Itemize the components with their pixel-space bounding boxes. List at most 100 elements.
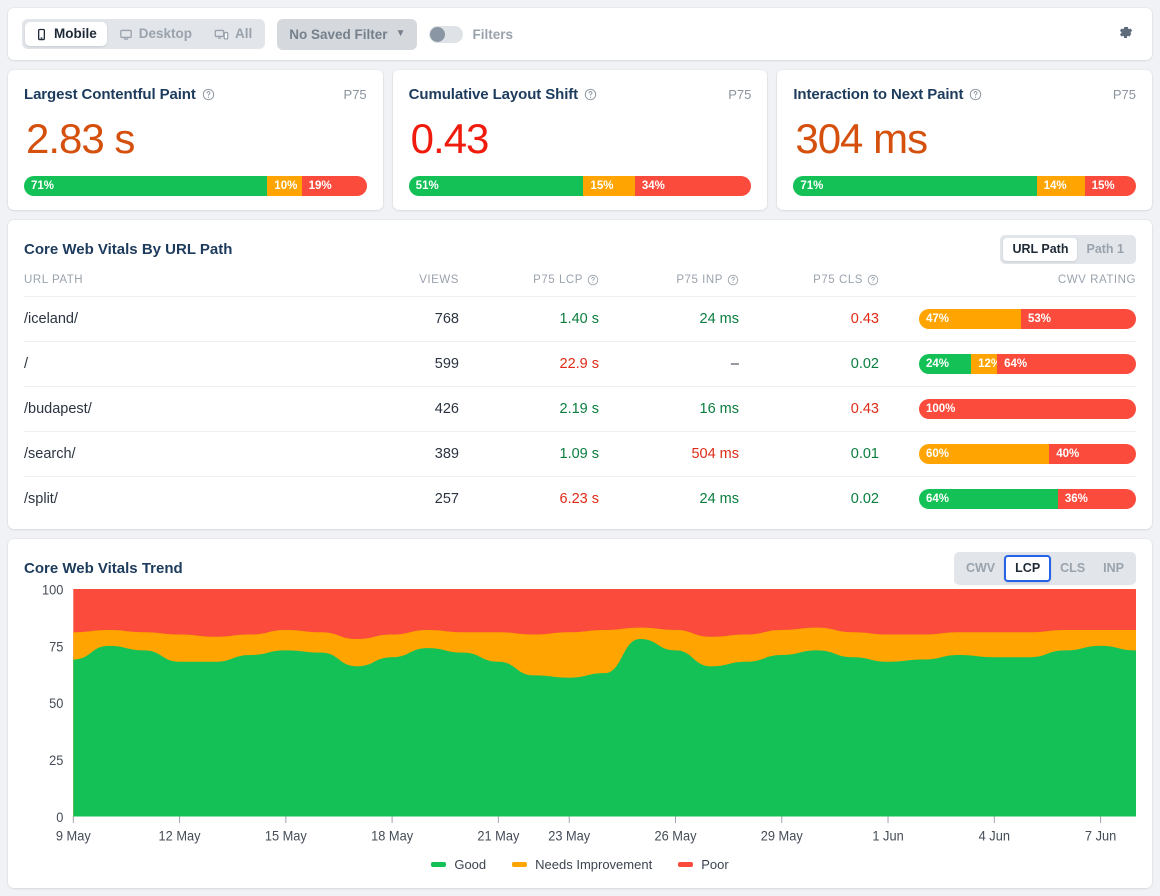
cell-url-path[interactable]: /search/ <box>24 431 329 478</box>
device-button-all[interactable]: All <box>204 22 262 46</box>
help-circle-icon[interactable] <box>727 274 739 286</box>
grouping-tab-path-1[interactable]: Path 1 <box>1077 238 1133 261</box>
legend-swatch-good <box>431 862 447 867</box>
desktop-icon <box>119 28 133 41</box>
rating-segment-poor: 36% <box>1057 489 1136 510</box>
chevron-down-icon: ▼ <box>395 28 406 39</box>
x-axis-tick-label: 18 May <box>371 828 413 844</box>
device-button-desktop[interactable]: Desktop <box>109 22 202 46</box>
metric-card-cls: Cumulative Layout Shift P75 0.43 51% 15%… <box>392 70 768 211</box>
distribution-segment-good: 71% <box>793 176 1037 197</box>
rating-segment-poor: 64% <box>997 354 1136 375</box>
cell-inp: 16 ms <box>599 386 739 433</box>
distribution-segment-poor: 19% <box>301 176 367 197</box>
column-header-inp[interactable]: P75 INP <box>599 274 739 298</box>
device-label-mobile: Mobile <box>54 26 97 42</box>
column-header-views[interactable]: VIEWS <box>329 274 459 298</box>
cell-views: 599 <box>329 341 459 388</box>
y-axis-tick-label: 0 <box>56 809 63 825</box>
distribution-segment-needs-improvement: 15% <box>583 176 635 197</box>
x-axis-tick-label: 21 May <box>477 828 519 844</box>
column-header-cls[interactable]: P75 CLS <box>739 274 879 298</box>
metric-title-cls: Cumulative Layout Shift <box>408 86 579 103</box>
rating-bar: 24% 12% 64% <box>919 354 1136 375</box>
device-button-mobile[interactable]: Mobile <box>25 22 107 46</box>
saved-filter-dropdown[interactable]: No Saved Filter ▼ <box>277 18 418 50</box>
rating-bar: 60% 40% <box>919 444 1136 465</box>
gear-icon <box>1117 24 1134 44</box>
x-axis-tick-label: 23 May <box>548 828 590 844</box>
mobile-icon <box>35 28 48 41</box>
legend-item-poor[interactable]: Poor <box>678 857 729 872</box>
distribution-segment-good: 51% <box>408 176 584 197</box>
settings-button[interactable] <box>1113 20 1138 48</box>
all-devices-icon <box>214 28 229 41</box>
column-header-url-path[interactable]: URL PATH <box>24 274 329 298</box>
table-row[interactable]: /split/ 257 6.23 s 24 ms 0.02 64% 36% <box>24 477 1136 522</box>
table-row[interactable]: / 599 22.9 s – 0.02 24% 12% 64% <box>24 341 1136 388</box>
table-row[interactable]: /iceland/ 768 1.40 s 24 ms 0.43 47% 53% <box>24 296 1136 343</box>
x-axis-tick-label: 12 May <box>159 828 201 844</box>
distribution-segment-poor: 15% <box>1084 176 1136 197</box>
panel-header: Core Web Vitals By URL Path URL Path Pat… <box>24 234 1136 264</box>
column-header-lcp[interactable]: P75 LCP <box>459 274 599 298</box>
grouping-tab-url-path[interactable]: URL Path <box>1003 237 1078 261</box>
cell-cwv-rating: 24% 12% 64% <box>879 341 1136 388</box>
cwv-table: URL PATH VIEWS P75 LCP P75 INP P75 CLS C… <box>24 274 1136 521</box>
rating-bar: 47% 53% <box>919 309 1136 330</box>
table-header-row: URL PATH VIEWS P75 LCP P75 INP P75 CLS C… <box>24 274 1136 298</box>
cell-url-path[interactable]: /budapest/ <box>24 386 329 433</box>
metric-tab-inp[interactable]: INP <box>1094 555 1133 582</box>
distribution-segment-needs-improvement: 10% <box>267 176 302 197</box>
x-axis-tick-label: 9 May <box>56 828 91 844</box>
metric-tab-cls[interactable]: CLS <box>1051 555 1094 582</box>
x-axis-tick-label: 1 Jun <box>872 828 903 844</box>
legend-swatch-poor <box>678 862 694 867</box>
metric-percentile-inp: P75 <box>1112 87 1137 102</box>
cell-lcp: 1.40 s <box>459 296 599 343</box>
column-header-cwv-rating[interactable]: CWV RATING <box>879 274 1136 298</box>
chart-axes: 0 25 50 75 100 9 May 12 May 15 May 18 May 21 May 2… <box>42 582 1116 844</box>
grouping-segmented-control[interactable]: URL Path Path 1 <box>1000 234 1136 264</box>
device-segmented-control[interactable]: Mobile Desktop All <box>22 19 266 49</box>
metric-segmented-control[interactable]: CWV LCP CLS INP <box>953 551 1136 585</box>
rating-segment-good: 64% <box>919 489 1058 510</box>
help-circle-icon[interactable] <box>587 274 599 286</box>
metric-value-cls: 0.43 <box>410 115 490 162</box>
cell-url-path[interactable]: /iceland/ <box>24 296 329 343</box>
saved-filter-label: No Saved Filter <box>289 26 388 42</box>
x-axis-tick-label: 7 Jun <box>1085 828 1116 844</box>
cell-lcp: 22.9 s <box>459 341 599 388</box>
cell-views: 768 <box>329 296 459 343</box>
metric-cards: Largest Contentful Paint P75 2.83 s 71% … <box>8 70 1153 211</box>
help-circle-icon[interactable] <box>867 274 879 286</box>
help-circle-icon[interactable] <box>202 88 215 101</box>
cell-url-path[interactable]: / <box>24 341 329 388</box>
toolbar: Mobile Desktop All No Saved Filter ▼ Fil… <box>8 8 1152 60</box>
distribution-segment-good: 71% <box>24 176 268 197</box>
metric-title-lcp: Largest Contentful Paint <box>24 86 196 103</box>
cell-cls: 0.43 <box>739 296 879 343</box>
legend-item-needs-improvement[interactable]: Needs Improvement <box>512 857 652 872</box>
help-circle-icon[interactable] <box>584 88 597 101</box>
rating-segment-needs-improvement: 60% <box>919 444 1050 465</box>
metric-tab-cwv[interactable]: CWV <box>957 555 1004 582</box>
table-row[interactable]: /budapest/ 426 2.19 s 16 ms 0.43 100% <box>24 386 1136 433</box>
metric-distribution-lcp: 71% 10% 19% <box>24 176 367 197</box>
table-row[interactable]: /search/ 389 1.09 s 504 ms 0.01 60% 40% <box>24 431 1136 478</box>
filters-toggle[interactable] <box>429 25 464 43</box>
y-axis-tick-label: 25 <box>49 753 63 769</box>
metric-tab-lcp[interactable]: LCP <box>1004 554 1052 582</box>
cwv-by-url-path-panel: Core Web Vitals By URL Path URL Path Pat… <box>8 220 1152 530</box>
legend-item-good[interactable]: Good <box>431 857 486 872</box>
table-body: /iceland/ 768 1.40 s 24 ms 0.43 47% 53% … <box>24 296 1136 522</box>
metric-distribution-cls: 51% 15% 34% <box>408 176 752 197</box>
filters-toggle-group[interactable]: Filters <box>429 25 513 43</box>
cell-cls: 0.02 <box>739 341 879 388</box>
cell-url-path[interactable]: /split/ <box>24 477 329 522</box>
column-label-lcp: P75 LCP <box>533 274 583 287</box>
rating-segment-poor: 40% <box>1049 444 1136 465</box>
cell-inp: 24 ms <box>699 491 740 508</box>
legend-swatch-needs-improvement <box>512 862 528 867</box>
help-circle-icon[interactable] <box>969 88 982 101</box>
